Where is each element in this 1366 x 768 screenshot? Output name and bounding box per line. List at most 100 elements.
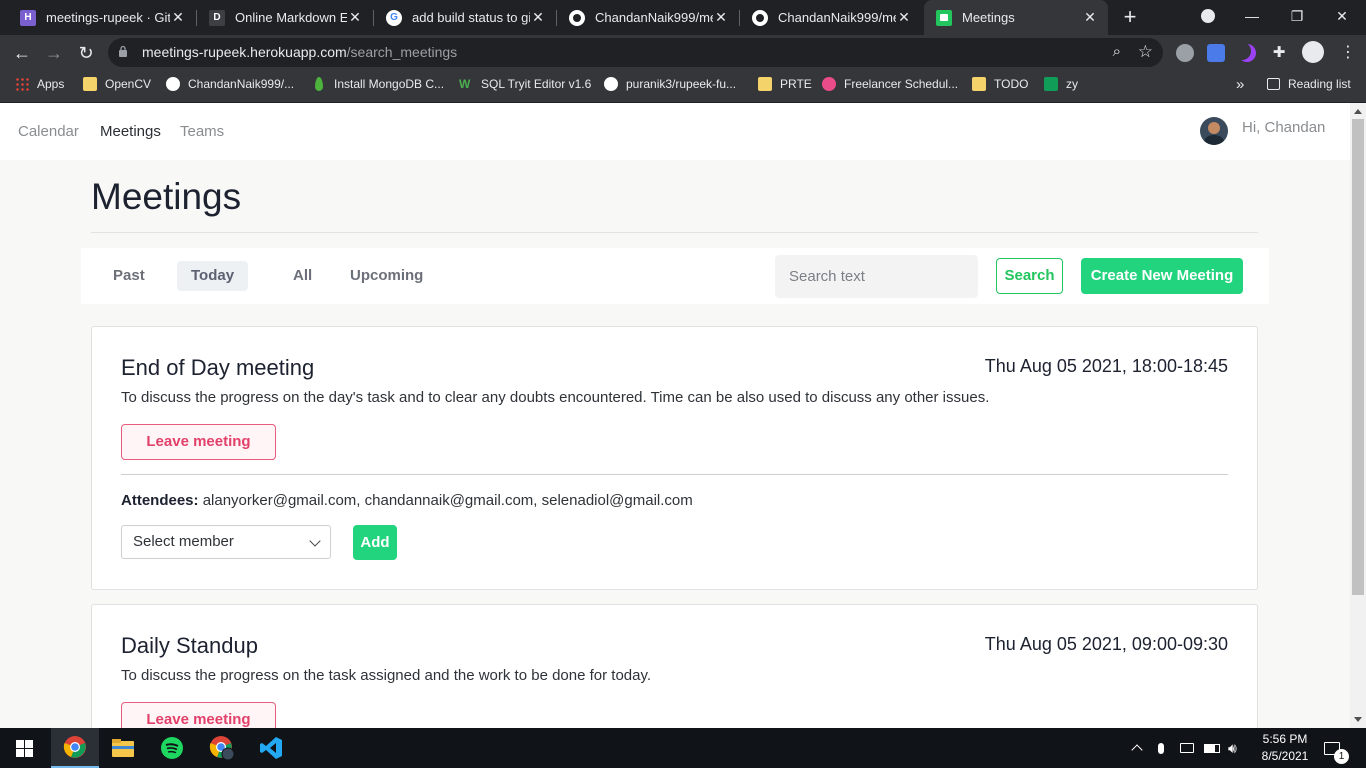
card-divider — [121, 474, 1228, 475]
browser-tab-markdown[interactable]: D Online Markdown Edit ✕ — [197, 0, 373, 35]
bookmark-label: SQL Tryit Editor v1.6 — [481, 77, 592, 91]
meeting-description: To discuss the progress on the task assi… — [121, 667, 652, 684]
windows-taskbar: 🔊︎ 5:56 PM 8/5/2021 1 — [0, 728, 1366, 768]
browser-tab-google[interactable]: G add build status to git ✕ — [374, 0, 556, 35]
chevron-down-icon — [309, 535, 321, 547]
bookmark-mongodb[interactable]: Install MongoDB C... — [312, 70, 444, 98]
user-avatar[interactable] — [1200, 117, 1228, 145]
bookmark-label: TODO — [994, 77, 1029, 91]
attendees-line: Attendees: alanyorker@gmail.com, chandan… — [121, 492, 693, 509]
create-meeting-button[interactable]: Create New Meeting — [1081, 258, 1243, 294]
back-button[interactable]: ← — [8, 39, 36, 67]
filter-bar: Past Today All Upcoming Search Create Ne… — [81, 248, 1269, 304]
new-tab-button[interactable]: + — [1119, 4, 1141, 30]
bookmark-github-chandan[interactable]: ChandanNaik999/... — [166, 70, 294, 98]
add-member-button[interactable]: Add — [353, 525, 397, 560]
browser-toolbar: ← → ↻ meetings-rupeek.herokuapp.com/sear… — [0, 35, 1366, 70]
tab-search-button[interactable] — [1186, 0, 1230, 35]
bookmark-freelancer[interactable]: Freelancer Schedul... — [822, 70, 958, 98]
filter-tab-all[interactable]: All — [279, 261, 326, 291]
notification-center-icon[interactable]: 1 — [1324, 728, 1349, 768]
close-icon[interactable]: ✕ — [170, 9, 186, 26]
bookmark-sql-tryit[interactable]: W SQL Tryit Editor v1.6 — [459, 70, 591, 98]
member-select-value: Select member — [133, 533, 234, 550]
url-text[interactable]: meetings-rupeek.herokuapp.com/search_mee… — [142, 44, 457, 60]
close-icon[interactable]: ✕ — [1082, 9, 1098, 26]
extension-icon[interactable] — [1176, 44, 1194, 62]
filter-tab-today[interactable]: Today — [177, 261, 249, 291]
filter-tab-past[interactable]: Past — [99, 261, 159, 291]
browser-tab-meetings[interactable]: Meetings ✕ — [924, 0, 1108, 35]
tab-title: ChandanNaik999/mee — [778, 10, 896, 25]
profile-avatar-icon[interactable] — [1302, 41, 1324, 63]
meeting-description: To discuss the progress on the day's tas… — [121, 389, 990, 406]
search-input[interactable] — [775, 255, 978, 298]
chrome-menu-icon[interactable]: ⋮ — [1334, 39, 1362, 67]
github-icon — [569, 9, 585, 26]
reading-list-button[interactable]: Reading list — [1267, 70, 1351, 98]
reload-button[interactable]: ↻ — [72, 39, 100, 67]
translate-extension-icon[interactable] — [1207, 44, 1225, 62]
scroll-up-icon[interactable] — [1354, 109, 1362, 114]
chrome-profile-icon[interactable] — [198, 728, 246, 768]
battery-icon[interactable] — [1204, 728, 1220, 768]
system-clock[interactable]: 5:56 PM 8/5/2021 — [1255, 731, 1315, 765]
url-host: meetings-rupeek.herokuapp.com — [142, 44, 347, 60]
network-icon[interactable] — [1180, 728, 1194, 768]
bookmark-apps[interactable]: Apps — [15, 70, 64, 98]
clock-date: 8/5/2021 — [1261, 749, 1309, 763]
leave-meeting-button[interactable]: Leave meeting — [121, 424, 276, 460]
filter-tab-upcoming[interactable]: Upcoming — [336, 261, 437, 291]
page-scrollbar[interactable] — [1350, 103, 1366, 728]
close-icon[interactable]: ✕ — [713, 9, 729, 26]
dark-mode-extension-icon[interactable] — [1238, 44, 1256, 62]
bookmark-label: Freelancer Schedul... — [844, 77, 959, 91]
nav-teams-link[interactable]: Teams — [180, 123, 224, 140]
bookmark-puranik3[interactable]: puranik3/rupeek-fu... — [604, 70, 736, 98]
tab-title: ChandanNaik999/mee — [595, 10, 713, 25]
notification-count: 1 — [1334, 748, 1349, 764]
scroll-down-icon[interactable] — [1354, 717, 1362, 722]
address-bar[interactable]: meetings-rupeek.herokuapp.com/search_mee… — [108, 38, 1163, 67]
windows-start-icon[interactable] — [0, 728, 48, 768]
file-explorer-icon[interactable] — [99, 728, 147, 768]
restore-button[interactable]: ❐ — [1275, 0, 1319, 35]
meeting-card: End of Day meeting Thu Aug 05 2021, 18:0… — [91, 326, 1258, 590]
close-window-button[interactable]: ✕ — [1320, 0, 1364, 35]
extensions-puzzle-icon[interactable]: ✚ — [1270, 44, 1288, 62]
nav-calendar-link[interactable]: Calendar — [18, 123, 79, 140]
browser-tab-heroku[interactable]: H meetings-rupeek · Git ✕ — [8, 0, 196, 35]
search-button[interactable]: Search — [996, 258, 1063, 294]
bookmark-prte[interactable]: PRTE — [758, 70, 812, 98]
zoom-icon[interactable]: ⌕ — [1113, 43, 1121, 60]
bookmarks-bar: Apps OpenCV ChandanNaik999/... Install M… — [0, 70, 1366, 103]
bookmarks-overflow-button[interactable]: » — [1236, 70, 1244, 98]
title-divider — [91, 232, 1258, 233]
forward-button[interactable]: → — [40, 39, 68, 67]
user-greeting[interactable]: Hi, Chandan — [1242, 119, 1325, 136]
folder-icon — [758, 77, 772, 91]
tab-title: meetings-rupeek · Git — [46, 10, 170, 25]
scrollbar-thumb[interactable] — [1352, 119, 1364, 595]
bookmark-zy[interactable]: zy — [1044, 70, 1078, 98]
github-icon — [752, 9, 768, 26]
volume-icon[interactable]: 🔊︎ — [1228, 728, 1237, 768]
show-hidden-icons[interactable] — [1131, 728, 1143, 768]
chrome-icon[interactable] — [51, 728, 99, 768]
close-icon[interactable]: ✕ — [896, 9, 912, 26]
close-icon[interactable]: ✕ — [347, 9, 363, 26]
bookmark-star-icon[interactable]: ☆ — [1138, 42, 1153, 62]
spotify-icon[interactable] — [148, 728, 196, 768]
minimize-button[interactable]: — — [1230, 0, 1274, 35]
bookmark-opencv[interactable]: OpenCV — [83, 70, 151, 98]
browser-tab-github-1[interactable]: ChandanNaik999/mee ✕ — [557, 0, 739, 35]
browser-tab-github-2[interactable]: ChandanNaik999/mee ✕ — [740, 0, 922, 35]
bookmark-label: puranik3/rupeek-fu... — [626, 77, 737, 91]
vscode-icon[interactable] — [247, 728, 295, 768]
close-icon[interactable]: ✕ — [530, 9, 546, 26]
leave-meeting-button[interactable]: Leave meeting — [121, 702, 276, 728]
microphone-icon[interactable] — [1158, 728, 1164, 768]
member-select[interactable]: Select member — [121, 525, 331, 559]
bookmark-todo[interactable]: TODO — [972, 70, 1028, 98]
nav-meetings-link[interactable]: Meetings — [100, 123, 161, 140]
